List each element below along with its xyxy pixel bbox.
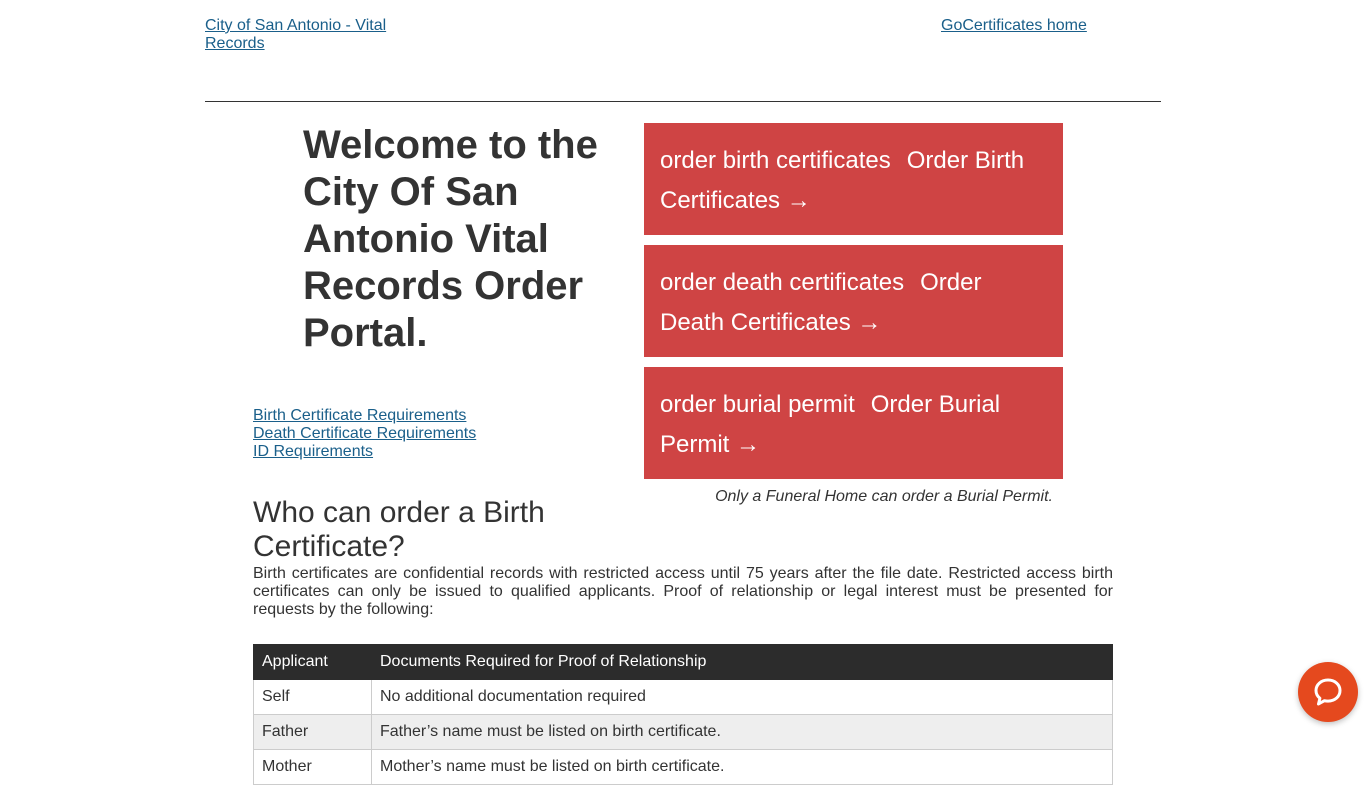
table-row: Father Father’s name must be listed on b… xyxy=(253,714,1113,750)
table-row: Mother Mother’s name must be listed on b… xyxy=(253,749,1113,785)
id-requirements-link[interactable]: ID Requirements xyxy=(253,443,476,461)
column-header-documents: Documents Required for Proof of Relation… xyxy=(371,644,1113,680)
column-header-applicant: Applicant xyxy=(253,644,372,680)
order-burial-permit-button[interactable]: order burial permit Order Burial Permit → xyxy=(644,367,1063,479)
site-logo-alt-text: City of San Antonio - Vital Records xyxy=(205,17,387,52)
burial-permit-image: order burial permit xyxy=(660,391,855,418)
birth-certificate-image: order birth certificates xyxy=(660,147,891,174)
table-header-row: Applicant Documents Required for Proof o… xyxy=(253,644,1113,680)
documents-cell: Father’s name must be listed on birth ce… xyxy=(371,714,1113,750)
who-can-order-paragraph: Birth certificates are confidential reco… xyxy=(253,565,1113,618)
table-row: Self No additional documentation require… xyxy=(253,679,1113,715)
death-certificate-requirements-link[interactable]: Death Certificate Requirements xyxy=(253,425,476,443)
burial-permit-note: Only a Funeral Home can order a Burial P… xyxy=(715,488,1053,505)
who-can-order-heading: Who can order a Birth Certificate? xyxy=(253,496,545,563)
gocertificates-home-link[interactable]: GoCertificates home xyxy=(941,17,1161,35)
applicant-cell: Father xyxy=(253,714,372,750)
header-divider xyxy=(205,101,1161,102)
gocertificates-logo-alt-text: GoCertificates home xyxy=(941,17,1087,34)
applicant-cell: Mother xyxy=(253,749,372,785)
chat-bubble-icon xyxy=(1314,678,1342,706)
order-death-certificates-button[interactable]: order death certificates Order Death Cert… xyxy=(644,245,1063,357)
proof-of-relationship-table: Applicant Documents Required for Proof o… xyxy=(253,644,1113,785)
order-birth-certificates-button[interactable]: order birth certificates Order Birth Cert… xyxy=(644,123,1063,235)
chat-widget-button[interactable] xyxy=(1298,662,1358,722)
welcome-title: Welcome to the City Of San Antonio Vital… xyxy=(303,123,598,355)
birth-certificate-requirements-link[interactable]: Birth Certificate Requirements xyxy=(253,407,476,425)
documents-cell: No additional documentation required xyxy=(371,679,1113,715)
requirement-links: Birth Certificate Requirements Death Cer… xyxy=(253,407,476,461)
applicant-cell: Self xyxy=(253,679,372,715)
documents-cell: Mother’s name must be listed on birth ce… xyxy=(371,749,1113,785)
death-certificate-image: order death certificates xyxy=(660,269,905,296)
site-logo-link[interactable]: City of San Antonio - Vital Records xyxy=(205,17,435,53)
